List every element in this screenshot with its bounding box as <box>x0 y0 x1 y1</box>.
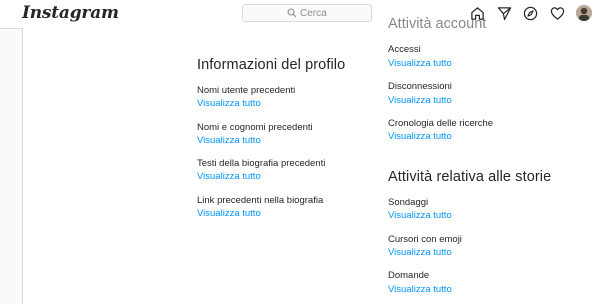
emoji-sliders-link[interactable]: Visualizza tutto <box>388 247 452 258</box>
settings-sidebar <box>22 28 138 304</box>
previous-bio-links-label: Link precedenti nella biografia <box>197 195 324 206</box>
search-history-link[interactable]: Visualizza tutto <box>388 131 452 142</box>
account-activity-title: Attività account <box>388 16 487 32</box>
explore-icon[interactable] <box>523 6 538 21</box>
search-icon <box>287 8 297 18</box>
previous-names-label: Nomi e cognomi precedenti <box>197 122 313 133</box>
previous-names-link[interactable]: Visualizza tutto <box>197 135 261 146</box>
profile-avatar[interactable] <box>576 5 592 21</box>
account-data-panel: Attività account Informazioni del profil… <box>137 16 610 304</box>
profile-info-title: Informazioni del profilo <box>197 57 346 73</box>
polls-label: Sondaggi <box>388 197 429 208</box>
search-box[interactable] <box>242 4 372 22</box>
avatar-image <box>576 5 592 21</box>
logins-link[interactable]: Visualizza tutto <box>388 58 452 69</box>
questions-label: Domande <box>388 270 430 281</box>
logouts-link[interactable]: Visualizza tutto <box>388 95 452 106</box>
previous-bio-texts-link[interactable]: Visualizza tutto <box>197 171 261 182</box>
emoji-sliders-label: Cursori con emoji <box>388 234 462 245</box>
previous-usernames-label: Nomi utente precedenti <box>197 85 296 96</box>
logins-label: Accessi <box>388 44 421 55</box>
logouts-label: Disconnessioni <box>388 81 452 92</box>
stories-activity-title: Attività relativa alle storie <box>388 169 552 185</box>
previous-bio-links-link[interactable]: Visualizza tutto <box>197 208 261 219</box>
polls-link[interactable]: Visualizza tutto <box>388 210 452 221</box>
questions-link[interactable]: Visualizza tutto <box>388 284 452 295</box>
heart-icon[interactable] <box>550 6 565 21</box>
direct-message-icon[interactable] <box>497 6 512 21</box>
top-navigation-bar: Instagram <box>0 0 610 29</box>
search-history-label: Cronologia delle ricerche <box>388 118 494 129</box>
instagram-logo[interactable]: Instagram <box>22 3 119 23</box>
previous-bio-texts-label: Testi della biografia precedenti <box>197 158 326 169</box>
previous-usernames-link[interactable]: Visualizza tutto <box>197 98 261 109</box>
search-input[interactable] <box>300 6 370 20</box>
